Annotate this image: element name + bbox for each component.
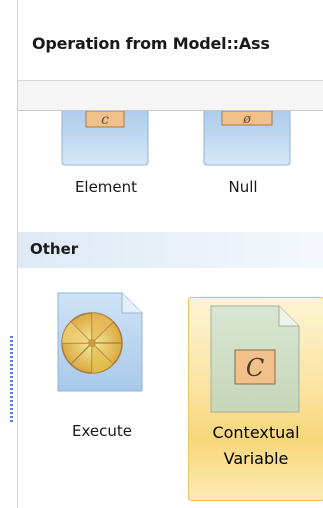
section-header-other[interactable]: Other (18, 232, 323, 268)
palette-item-element[interactable]: c Element (56, 111, 156, 211)
palette-item-contextual-variable[interactable]: C Contextual Variable (188, 297, 323, 501)
palette-item-label: Element (74, 178, 138, 196)
execute-wheel-icon (57, 292, 143, 392)
palette-item-label: Contextual (212, 423, 300, 442)
element-class-icon: c (61, 111, 149, 166)
panel-title-bar: Operation from Model::Ass (18, 0, 323, 80)
palette-item-label: Execute (72, 422, 132, 440)
operation-panel: Operation from Model::Ass c Element ø Nu… (0, 0, 323, 508)
svg-text:c: c (101, 112, 109, 128)
resize-grip-handle[interactable] (10, 336, 13, 424)
palette-scroll-area[interactable]: c Element ø Null Other Execute C Context… (18, 111, 323, 508)
contextual-variable-icon: C (210, 305, 300, 413)
palette-item-label: Null (228, 178, 258, 196)
palette-item-null[interactable]: ø Null (188, 111, 291, 211)
panel-title: Operation from Model::Ass (32, 34, 270, 53)
null-icon: ø (203, 111, 291, 166)
panel-toolbar (18, 81, 323, 111)
palette-item-label: Variable (223, 449, 289, 468)
section-title: Other (30, 240, 79, 258)
svg-text:C: C (246, 354, 264, 382)
svg-text:ø: ø (242, 112, 251, 127)
panel-left-border (0, 0, 18, 508)
palette-item-execute[interactable]: Execute (50, 287, 154, 473)
